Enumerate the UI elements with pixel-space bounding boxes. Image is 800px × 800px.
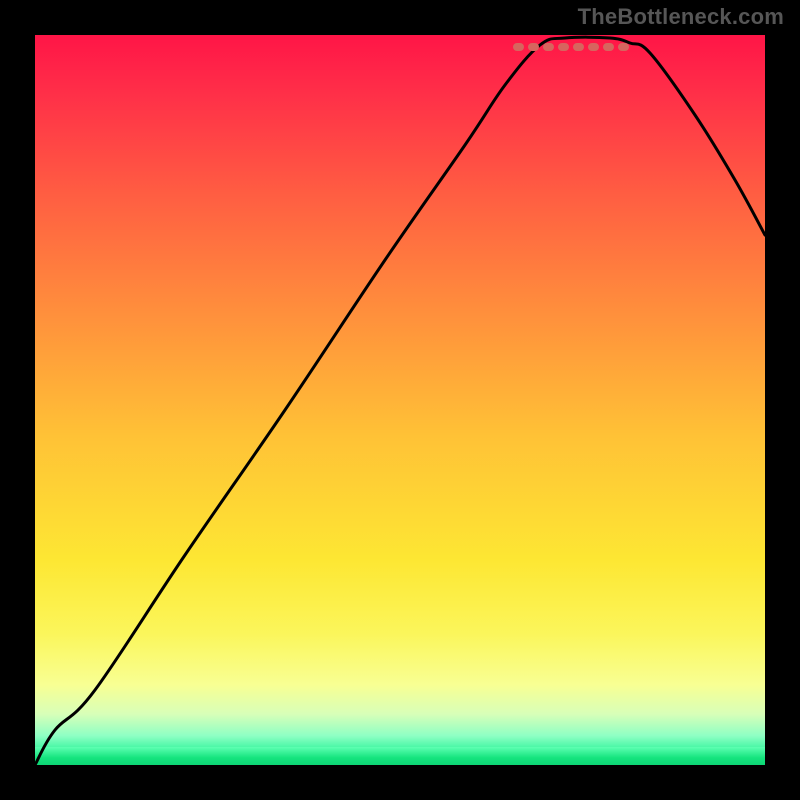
main-curve <box>35 37 765 765</box>
curve-layer <box>35 35 765 765</box>
bottom-border <box>35 765 765 800</box>
attribution-label: TheBottleneck.com <box>578 4 784 30</box>
plot-area <box>35 35 765 765</box>
chart-frame: TheBottleneck.com <box>0 0 800 800</box>
